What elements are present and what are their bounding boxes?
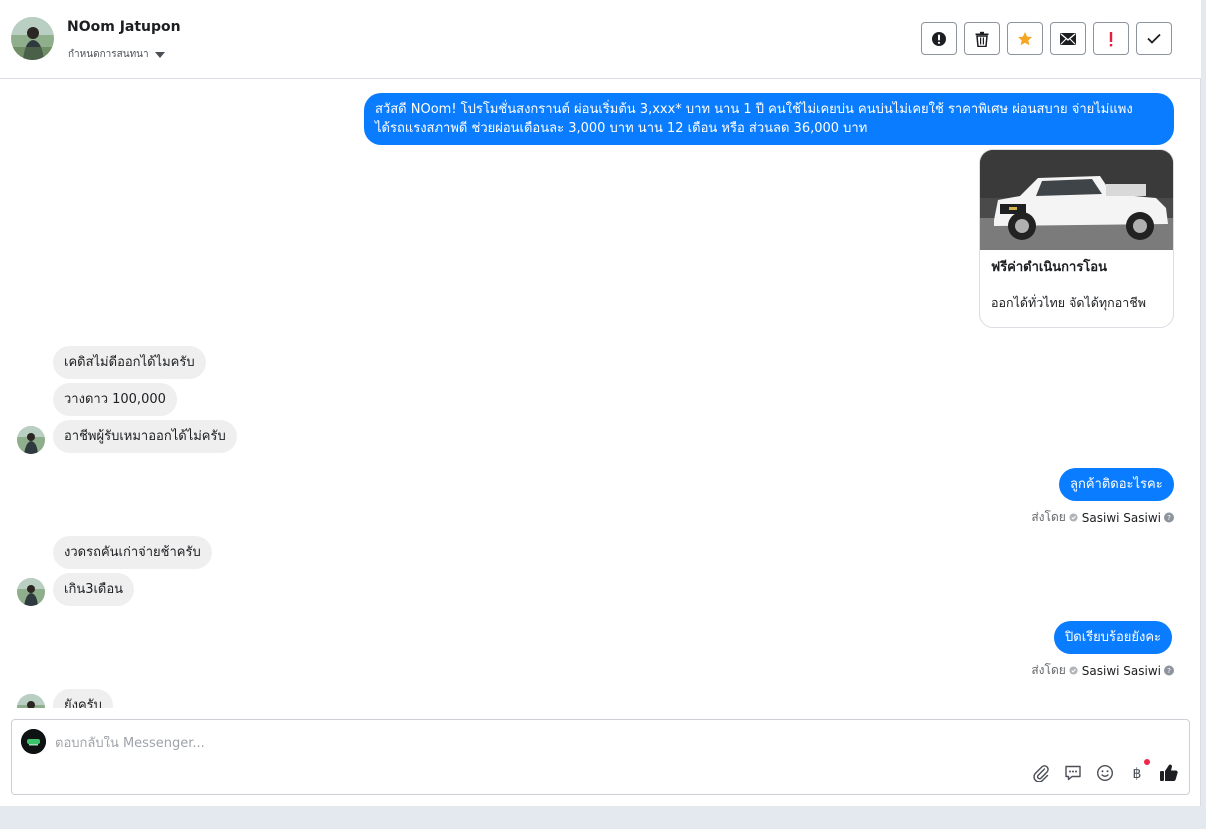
help-icon[interactable]: ?	[1164, 665, 1174, 676]
sent-by-info: ส่งโดย Sasiwi Sasiwi ?	[1031, 661, 1174, 680]
promo-card[interactable]: ฟรีค่าดำเนินการโอน ออกได้ทั่วไทย จัดได้ท…	[979, 149, 1174, 328]
sender-name: Sasiwi Sasiwi	[1081, 663, 1161, 678]
attach-button[interactable]	[1031, 763, 1051, 783]
card-subtitle: ออกได้ทั่วไทย จัดได้ทุกอาชีพ	[991, 295, 1146, 310]
reply-composer: ฿	[11, 719, 1190, 795]
saved-replies-icon	[1065, 765, 1081, 781]
message-thread[interactable]: สวัสดี NOom! โปรโมชั่นสงกรานต์ ผ่อนเริ่ม…	[0, 80, 1201, 708]
verified-icon	[1069, 666, 1079, 676]
mark-done-button[interactable]	[1136, 22, 1172, 55]
contact-avatar-small[interactable]	[17, 694, 45, 708]
contact-name[interactable]: NOom Jatupon	[67, 19, 181, 35]
assign-conversation-dropdown[interactable]: กำหนดการสนทนา	[68, 47, 165, 62]
check-icon	[1147, 33, 1161, 44]
sent-by-label: ส่งโดย	[1031, 510, 1066, 524]
chevron-down-icon	[154, 51, 165, 58]
notification-dot	[1144, 759, 1150, 765]
follow-up-button[interactable]	[1093, 22, 1129, 55]
conversation-actions	[921, 22, 1172, 55]
payment-button[interactable]: ฿	[1127, 759, 1150, 783]
incoming-message[interactable]: เคดิสไม่ดีออกได้ไมครับ	[53, 346, 206, 379]
svg-text:?: ?	[1167, 666, 1171, 675]
card-title: ฟรีค่าดำเนินการโอน	[991, 260, 1107, 275]
window-bottom-strip	[0, 806, 1206, 829]
inbox-conversation-panel: NOom Jatupon กำหนดการสนทนา สวัสดี NOom! …	[0, 0, 1201, 806]
help-icon[interactable]: ?	[1164, 512, 1174, 523]
trash-icon	[975, 31, 989, 47]
contact-avatar[interactable]	[11, 17, 54, 60]
assign-label: กำหนดการสนทนา	[68, 49, 149, 60]
svg-text:฿: ฿	[1133, 766, 1142, 782]
star-button[interactable]	[1007, 22, 1043, 55]
conversation-header: NOom Jatupon กำหนดการสนทนา	[0, 0, 1201, 79]
spam-button[interactable]	[921, 22, 957, 55]
message-text-line: สวัสดี NOom! โปรโมชั่นสงกรานต์ ผ่อนเริ่ม…	[375, 102, 1133, 117]
incoming-message[interactable]: อาชีพผู้รับเหมาออกได้ไม่ครับ	[53, 420, 237, 453]
contact-avatar-small[interactable]	[17, 426, 45, 454]
sent-by-info: ส่งโดย Sasiwi Sasiwi ?	[1031, 508, 1174, 527]
outgoing-message[interactable]: ปิดเรียบร้อยยังคะ	[1054, 621, 1173, 654]
incoming-message[interactable]: งวดรถคันเก่าจ่ายช้าครับ	[53, 536, 212, 569]
exclamation-circle-icon	[932, 31, 946, 46]
paperclip-icon	[1033, 765, 1049, 782]
incoming-message[interactable]: ยังครับ	[53, 689, 113, 708]
promo-image	[980, 150, 1173, 250]
reply-input[interactable]	[55, 736, 955, 751]
contact-avatar-small[interactable]	[17, 578, 45, 606]
envelope-icon	[1060, 32, 1076, 45]
incoming-message[interactable]: วางดาว 100,000	[53, 383, 177, 416]
baht-icon: ฿	[1133, 766, 1142, 782]
star-icon	[1018, 31, 1032, 45]
delete-button[interactable]	[964, 22, 1000, 55]
incoming-message[interactable]: เกิน3เดือน	[53, 573, 135, 606]
like-button[interactable]	[1159, 763, 1179, 783]
outgoing-message[interactable]: สวัสดี NOom! โปรโมชั่นสงกรานต์ ผ่อนเริ่ม…	[364, 93, 1174, 145]
sent-by-label: ส่งโดย	[1031, 663, 1066, 677]
composer-toolbar: ฿	[1031, 759, 1179, 783]
emoji-icon	[1096, 764, 1114, 782]
thumbs-up-icon	[1160, 764, 1178, 781]
sender-name: Sasiwi Sasiwi	[1081, 510, 1161, 525]
message-text-line: ได้รถแรงสภาพดี ช่วยผ่อนเดือนละ 3,000 บาท…	[375, 121, 868, 136]
mark-unread-button[interactable]	[1050, 22, 1086, 55]
emoji-button[interactable]	[1095, 763, 1115, 783]
verified-icon	[1069, 513, 1079, 523]
exclamation-icon	[1109, 31, 1113, 46]
saved-replies-button[interactable]	[1063, 763, 1083, 783]
svg-text:?: ?	[1167, 513, 1171, 522]
outgoing-message[interactable]: ลูกค้าติดอะไรคะ	[1059, 468, 1174, 501]
page-avatar	[21, 729, 46, 754]
